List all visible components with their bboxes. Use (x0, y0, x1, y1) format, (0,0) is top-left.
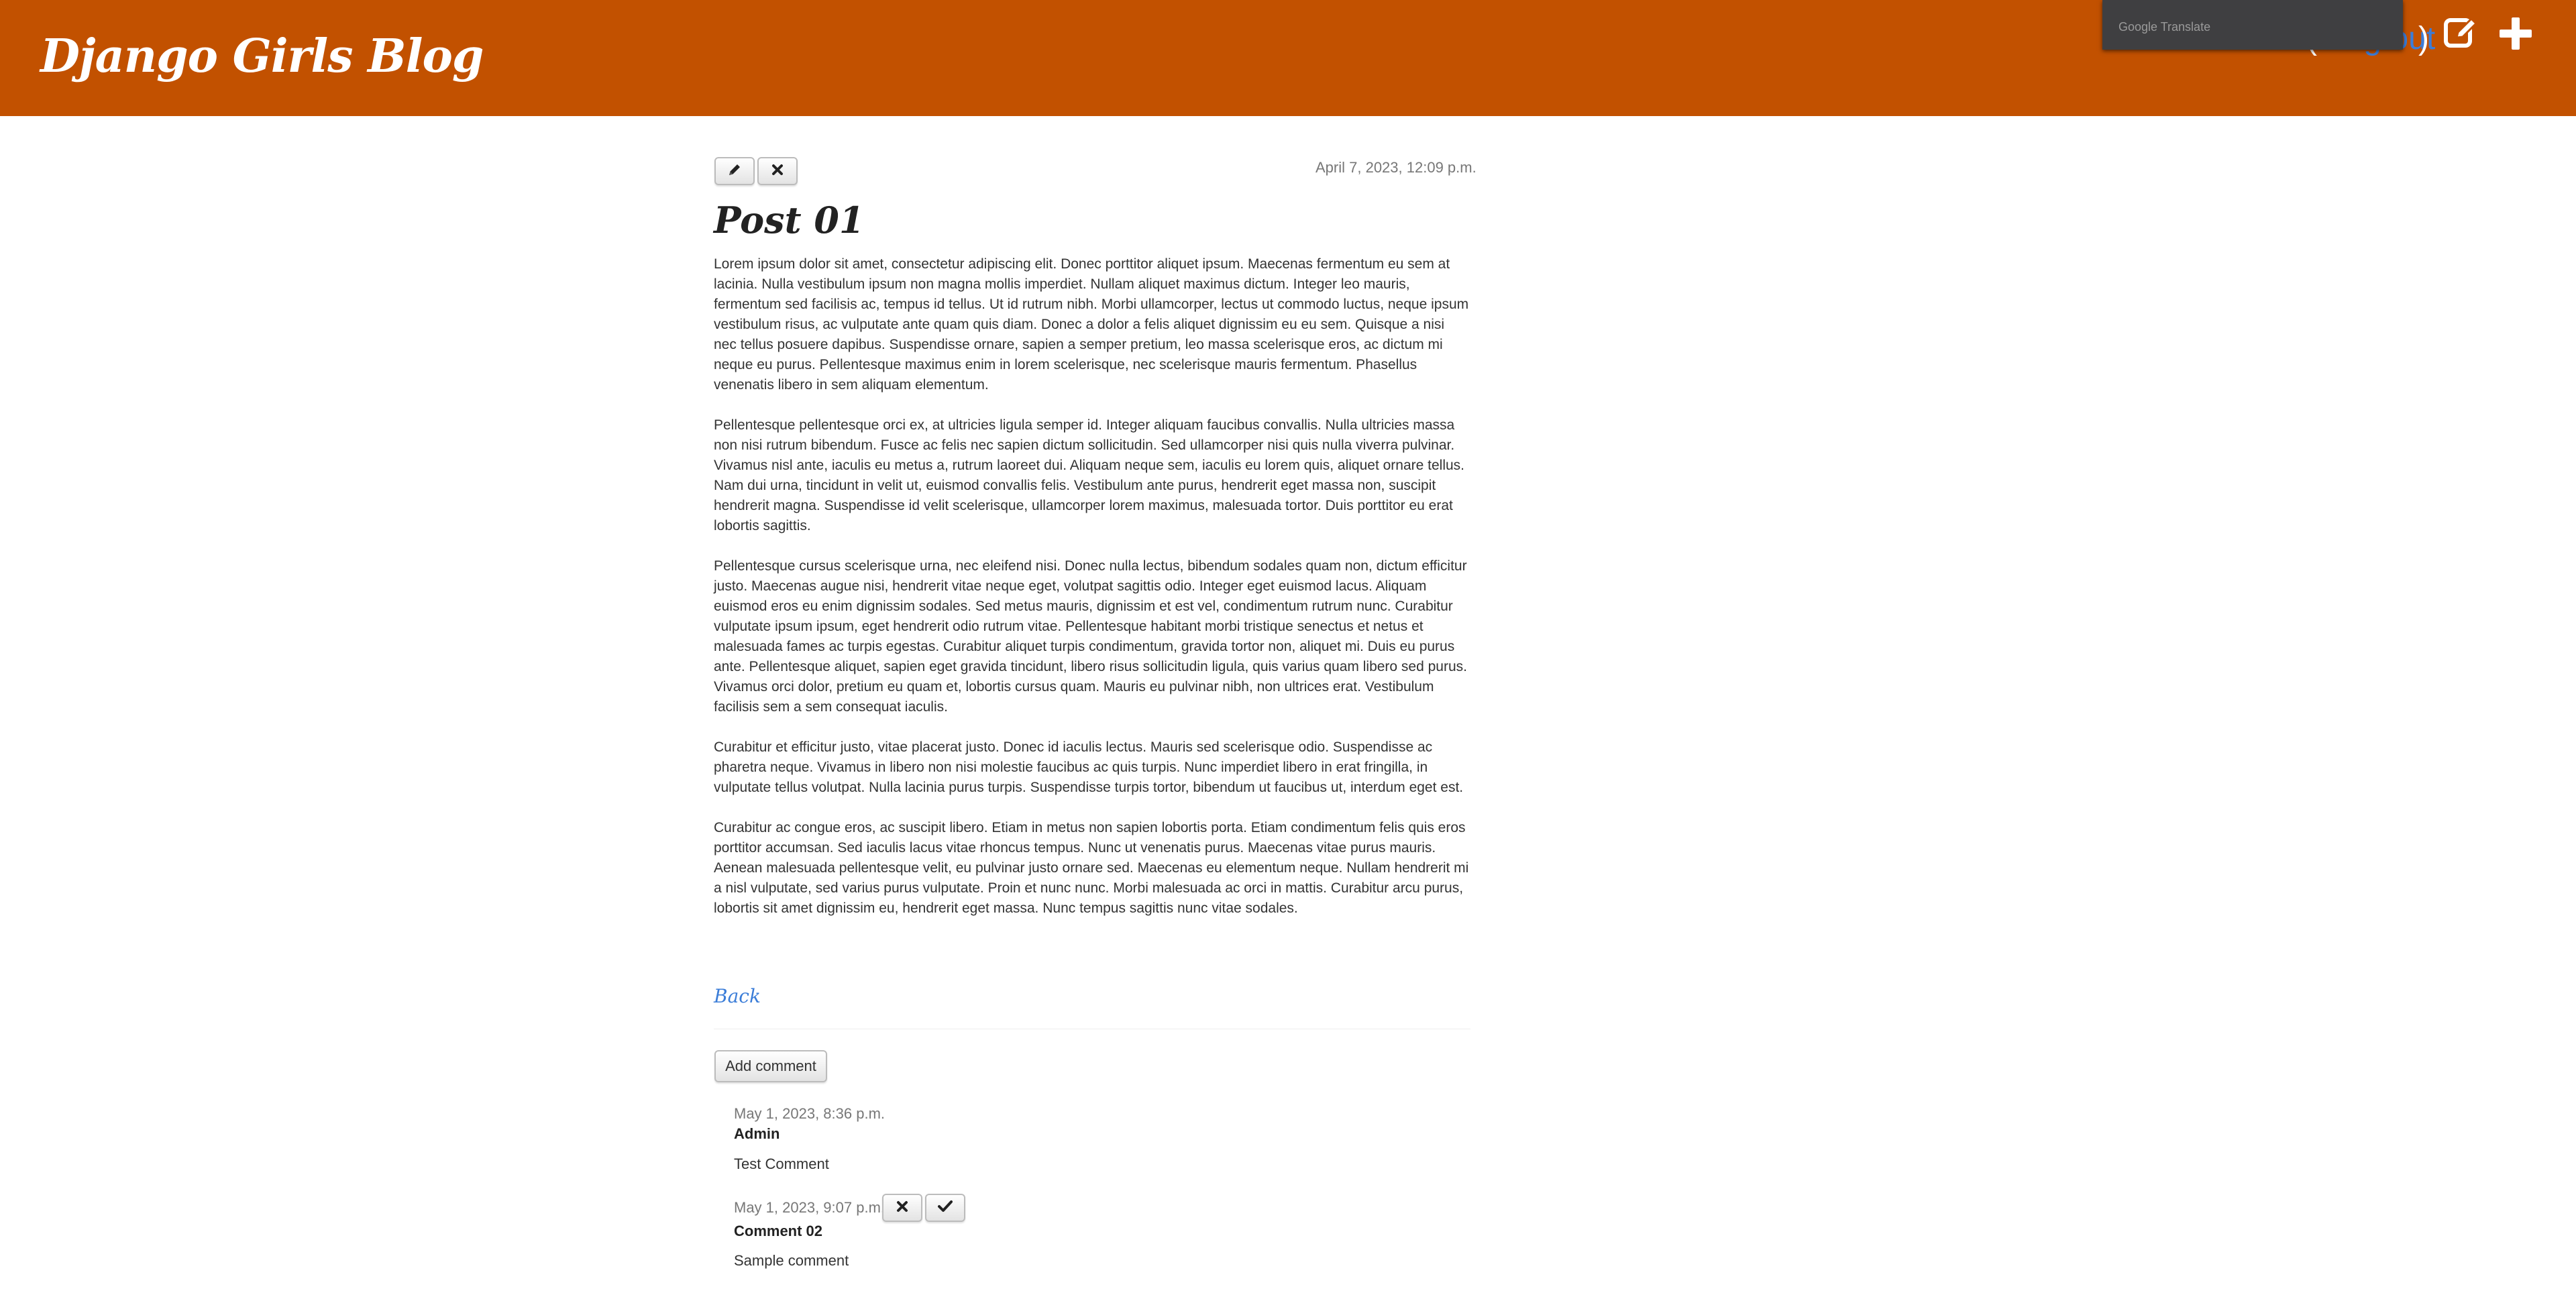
comment-date: May 1, 2023, 9:07 p.m. (734, 1199, 885, 1216)
post-paragraph: Pellentesque cursus scelerisque urna, ne… (714, 558, 1467, 715)
remove-comment-button[interactable] (882, 1194, 922, 1222)
comment-text: Sample comment (734, 1252, 849, 1269)
check-icon (938, 1200, 953, 1217)
plus-icon[interactable] (2498, 15, 2533, 56)
post-body: Lorem ipsum dolor sit amet, consectetur … (714, 254, 1470, 939)
comment-text: Test Comment (734, 1155, 829, 1172)
close-icon (771, 163, 784, 180)
user-link-close-paren: ) (2418, 21, 2429, 56)
post-paragraph: Pellentesque pellentesque orci ex, at ul… (714, 417, 1465, 533)
site-title[interactable]: Django Girls Blog (40, 30, 484, 83)
approve-comment-button[interactable] (925, 1194, 965, 1222)
add-comment-button[interactable]: Add comment (714, 1050, 827, 1082)
close-icon (896, 1200, 909, 1217)
post-paragraph: Lorem ipsum dolor sit amet, consectetur … (714, 256, 1469, 393)
post-date: April 7, 2023, 12:09 p.m. (1316, 159, 1477, 176)
post-paragraph: Curabitur et efficitur justo, vitae plac… (714, 739, 1464, 795)
comment-date: May 1, 2023, 8:36 p.m. (734, 1105, 885, 1122)
pencil-icon (727, 162, 742, 181)
google-translate-label: Google Translate (2118, 20, 2211, 34)
delete-post-button[interactable] (757, 157, 798, 185)
google-translate-popup: Google Translate (2102, 0, 2403, 50)
add-comment-label: Add comment (725, 1058, 816, 1074)
comment-author: Admin (734, 1125, 780, 1142)
post-title: Post 01 (714, 199, 865, 242)
edit-square-icon[interactable] (2443, 15, 2478, 56)
edit-post-button[interactable] (714, 157, 755, 185)
post-paragraph: Curabitur ac congue eros, ac suscipit li… (714, 820, 1469, 916)
back-link[interactable]: Back (714, 985, 761, 1007)
comment-author: Comment 02 (734, 1223, 823, 1239)
